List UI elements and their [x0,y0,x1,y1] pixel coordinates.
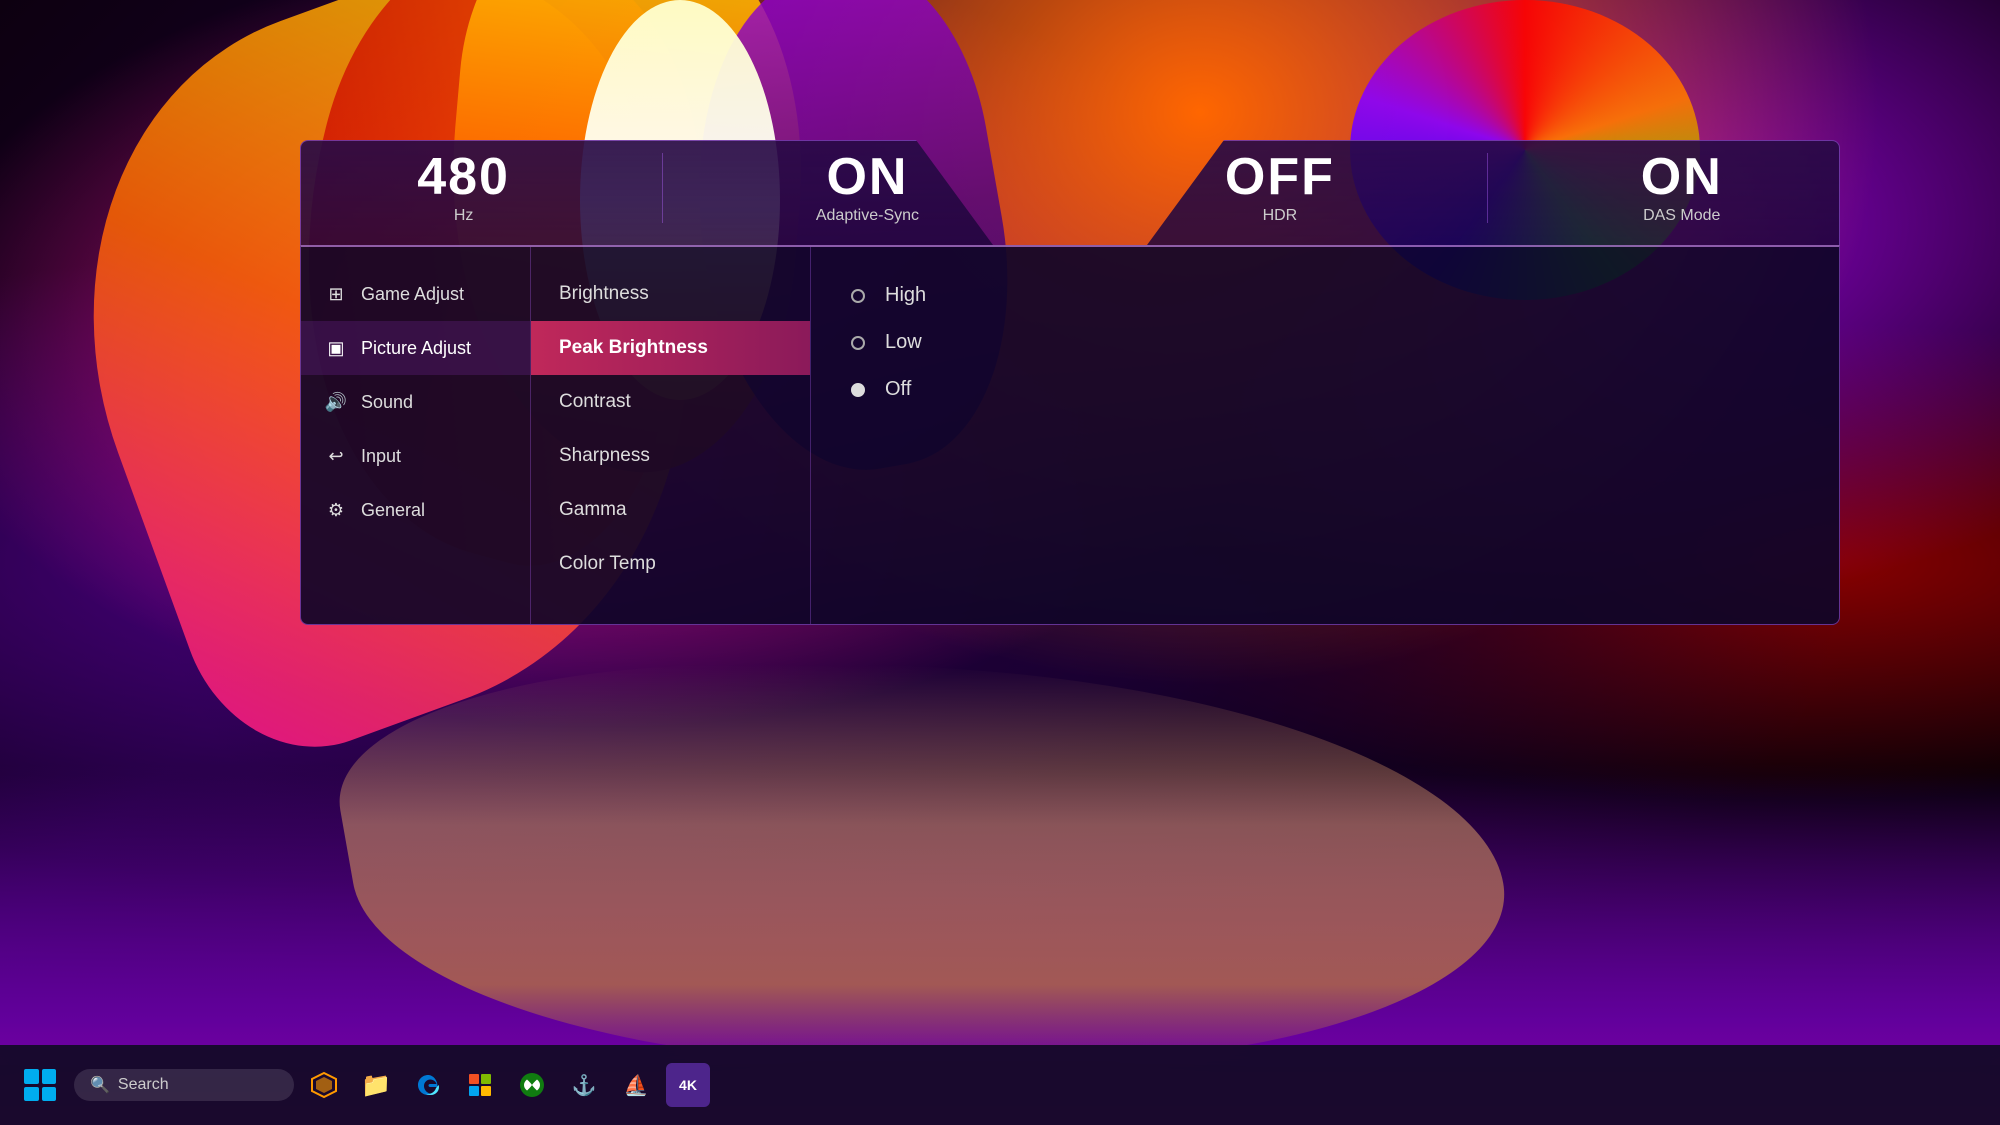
4k-label: 4K [679,1077,697,1093]
hz-value: 480 [417,151,510,203]
hdr-status: OFF HDR [1225,151,1335,225]
hdr-label: HDR [1225,207,1335,225]
sidebar-item-general[interactable]: ⚙ General [301,483,530,537]
sidebar-item-label-input: Input [361,446,401,467]
taskbar-icon-file-explorer[interactable]: 📁 [354,1063,398,1107]
taskbar-icon-xbox[interactable] [510,1063,554,1107]
sidebar-item-sound[interactable]: 🔊 Sound [301,375,530,429]
game-adjust-icon: ⊞ [325,283,347,305]
radio-high [851,289,865,303]
windows-icon [24,1069,56,1101]
corsair2-icon: ⛵ [624,1073,649,1098]
menu-brightness[interactable]: Brightness [531,267,810,321]
search-bar[interactable]: 🔍 Search [74,1069,294,1101]
main-menu: ⊞ Game Adjust ▣ Picture Adjust 🔊 Sound ↩… [300,245,1840,625]
menu-sharpness[interactable]: Sharpness [531,429,810,483]
sidebar-item-label-sound: Sound [361,392,413,413]
store-icon [466,1071,494,1099]
sidebar-item-label-picture-adjust: Picture Adjust [361,338,471,359]
das-mode-status: ON DAS Mode [1641,151,1723,225]
menu-gamma[interactable]: Gamma [531,483,810,537]
input-icon: ↩ [325,445,347,467]
option-high-label: High [885,284,926,307]
search-text: Search [118,1076,169,1094]
taskbar-icon-corsair1[interactable]: ⚓ [562,1063,606,1107]
sidebar-item-input[interactable]: ↩ Input [301,429,530,483]
xbox-icon [518,1071,546,1099]
right-panel: High Low Off [811,247,1839,624]
brightness-label: Brightness [559,283,649,305]
option-off-label: Off [885,378,911,401]
sidebar: ⊞ Game Adjust ▣ Picture Adjust 🔊 Sound ↩… [301,247,531,624]
sidebar-item-picture-adjust[interactable]: ▣ Picture Adjust [301,321,530,375]
menu-contrast[interactable]: Contrast [531,375,810,429]
taskbar-icon-store[interactable] [458,1063,502,1107]
corsair1-icon: ⚓ [572,1073,597,1098]
picture-adjust-icon: ▣ [325,337,347,359]
menu-peak-brightness[interactable]: Peak Brightness [531,321,810,375]
sharpness-label: Sharpness [559,445,650,467]
option-high[interactable]: High [851,272,1799,319]
radio-off [851,383,865,397]
hdr-value: OFF [1225,151,1335,203]
sep3 [1487,153,1488,223]
menu-color-temp[interactable]: Color Temp [531,537,810,591]
taskbar-icon-edge[interactable] [406,1063,450,1107]
option-low[interactable]: Low [851,319,1799,366]
taskbar: 🔍 Search 📁 ⚓ ⛵ [0,1045,2000,1125]
taskbar-icon-cortana[interactable] [302,1063,346,1107]
hz-unit: Hz [417,207,510,225]
color-temp-label: Color Temp [559,553,656,575]
status-bar: 480 Hz ON Adaptive-Sync OFF HDR ON DAS M… [300,140,1840,245]
sidebar-item-game-adjust[interactable]: ⊞ Game Adjust [301,267,530,321]
option-low-label: Low [885,331,922,354]
search-icon: 🔍 [90,1075,110,1095]
sidebar-item-label-general: General [361,500,425,521]
edge-icon [414,1071,442,1099]
center-menu: Brightness Peak Brightness Contrast Shar… [531,247,811,624]
adaptive-sync-status: ON Adaptive-Sync [816,151,919,225]
osd-container: 480 Hz ON Adaptive-Sync OFF HDR ON DAS M… [300,140,1840,925]
radio-low [851,336,865,350]
adaptive-sync-value: ON [816,151,919,203]
taskbar-icon-4k[interactable]: 4K [666,1063,710,1107]
taskbar-icon-corsair2[interactable]: ⛵ [614,1063,658,1107]
sidebar-item-label-game-adjust: Game Adjust [361,284,464,305]
sep1 [662,153,663,223]
adaptive-sync-label: Adaptive-Sync [816,207,919,225]
hz-status: 480 Hz [417,151,510,225]
start-button[interactable] [20,1065,60,1105]
option-off[interactable]: Off [851,366,1799,413]
file-explorer-icon: 📁 [361,1071,391,1100]
sep2 [1071,153,1072,223]
peak-brightness-label: Peak Brightness [559,337,708,359]
das-mode-label: DAS Mode [1641,207,1723,225]
sound-icon: 🔊 [325,391,347,413]
cortana-svg [310,1071,338,1099]
general-icon: ⚙ [325,499,347,521]
contrast-label: Contrast [559,391,631,413]
gamma-label: Gamma [559,499,627,521]
das-mode-value: ON [1641,151,1723,203]
